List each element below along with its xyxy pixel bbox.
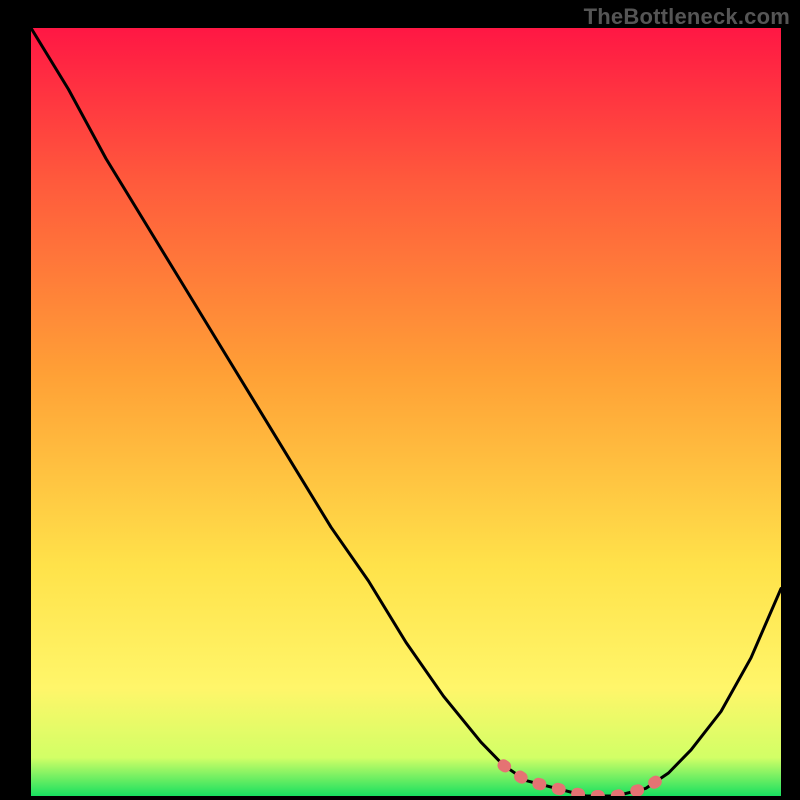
gradient-background [31,28,781,796]
watermark-text: TheBottleneck.com [584,4,790,30]
bottleneck-chart [31,28,781,796]
